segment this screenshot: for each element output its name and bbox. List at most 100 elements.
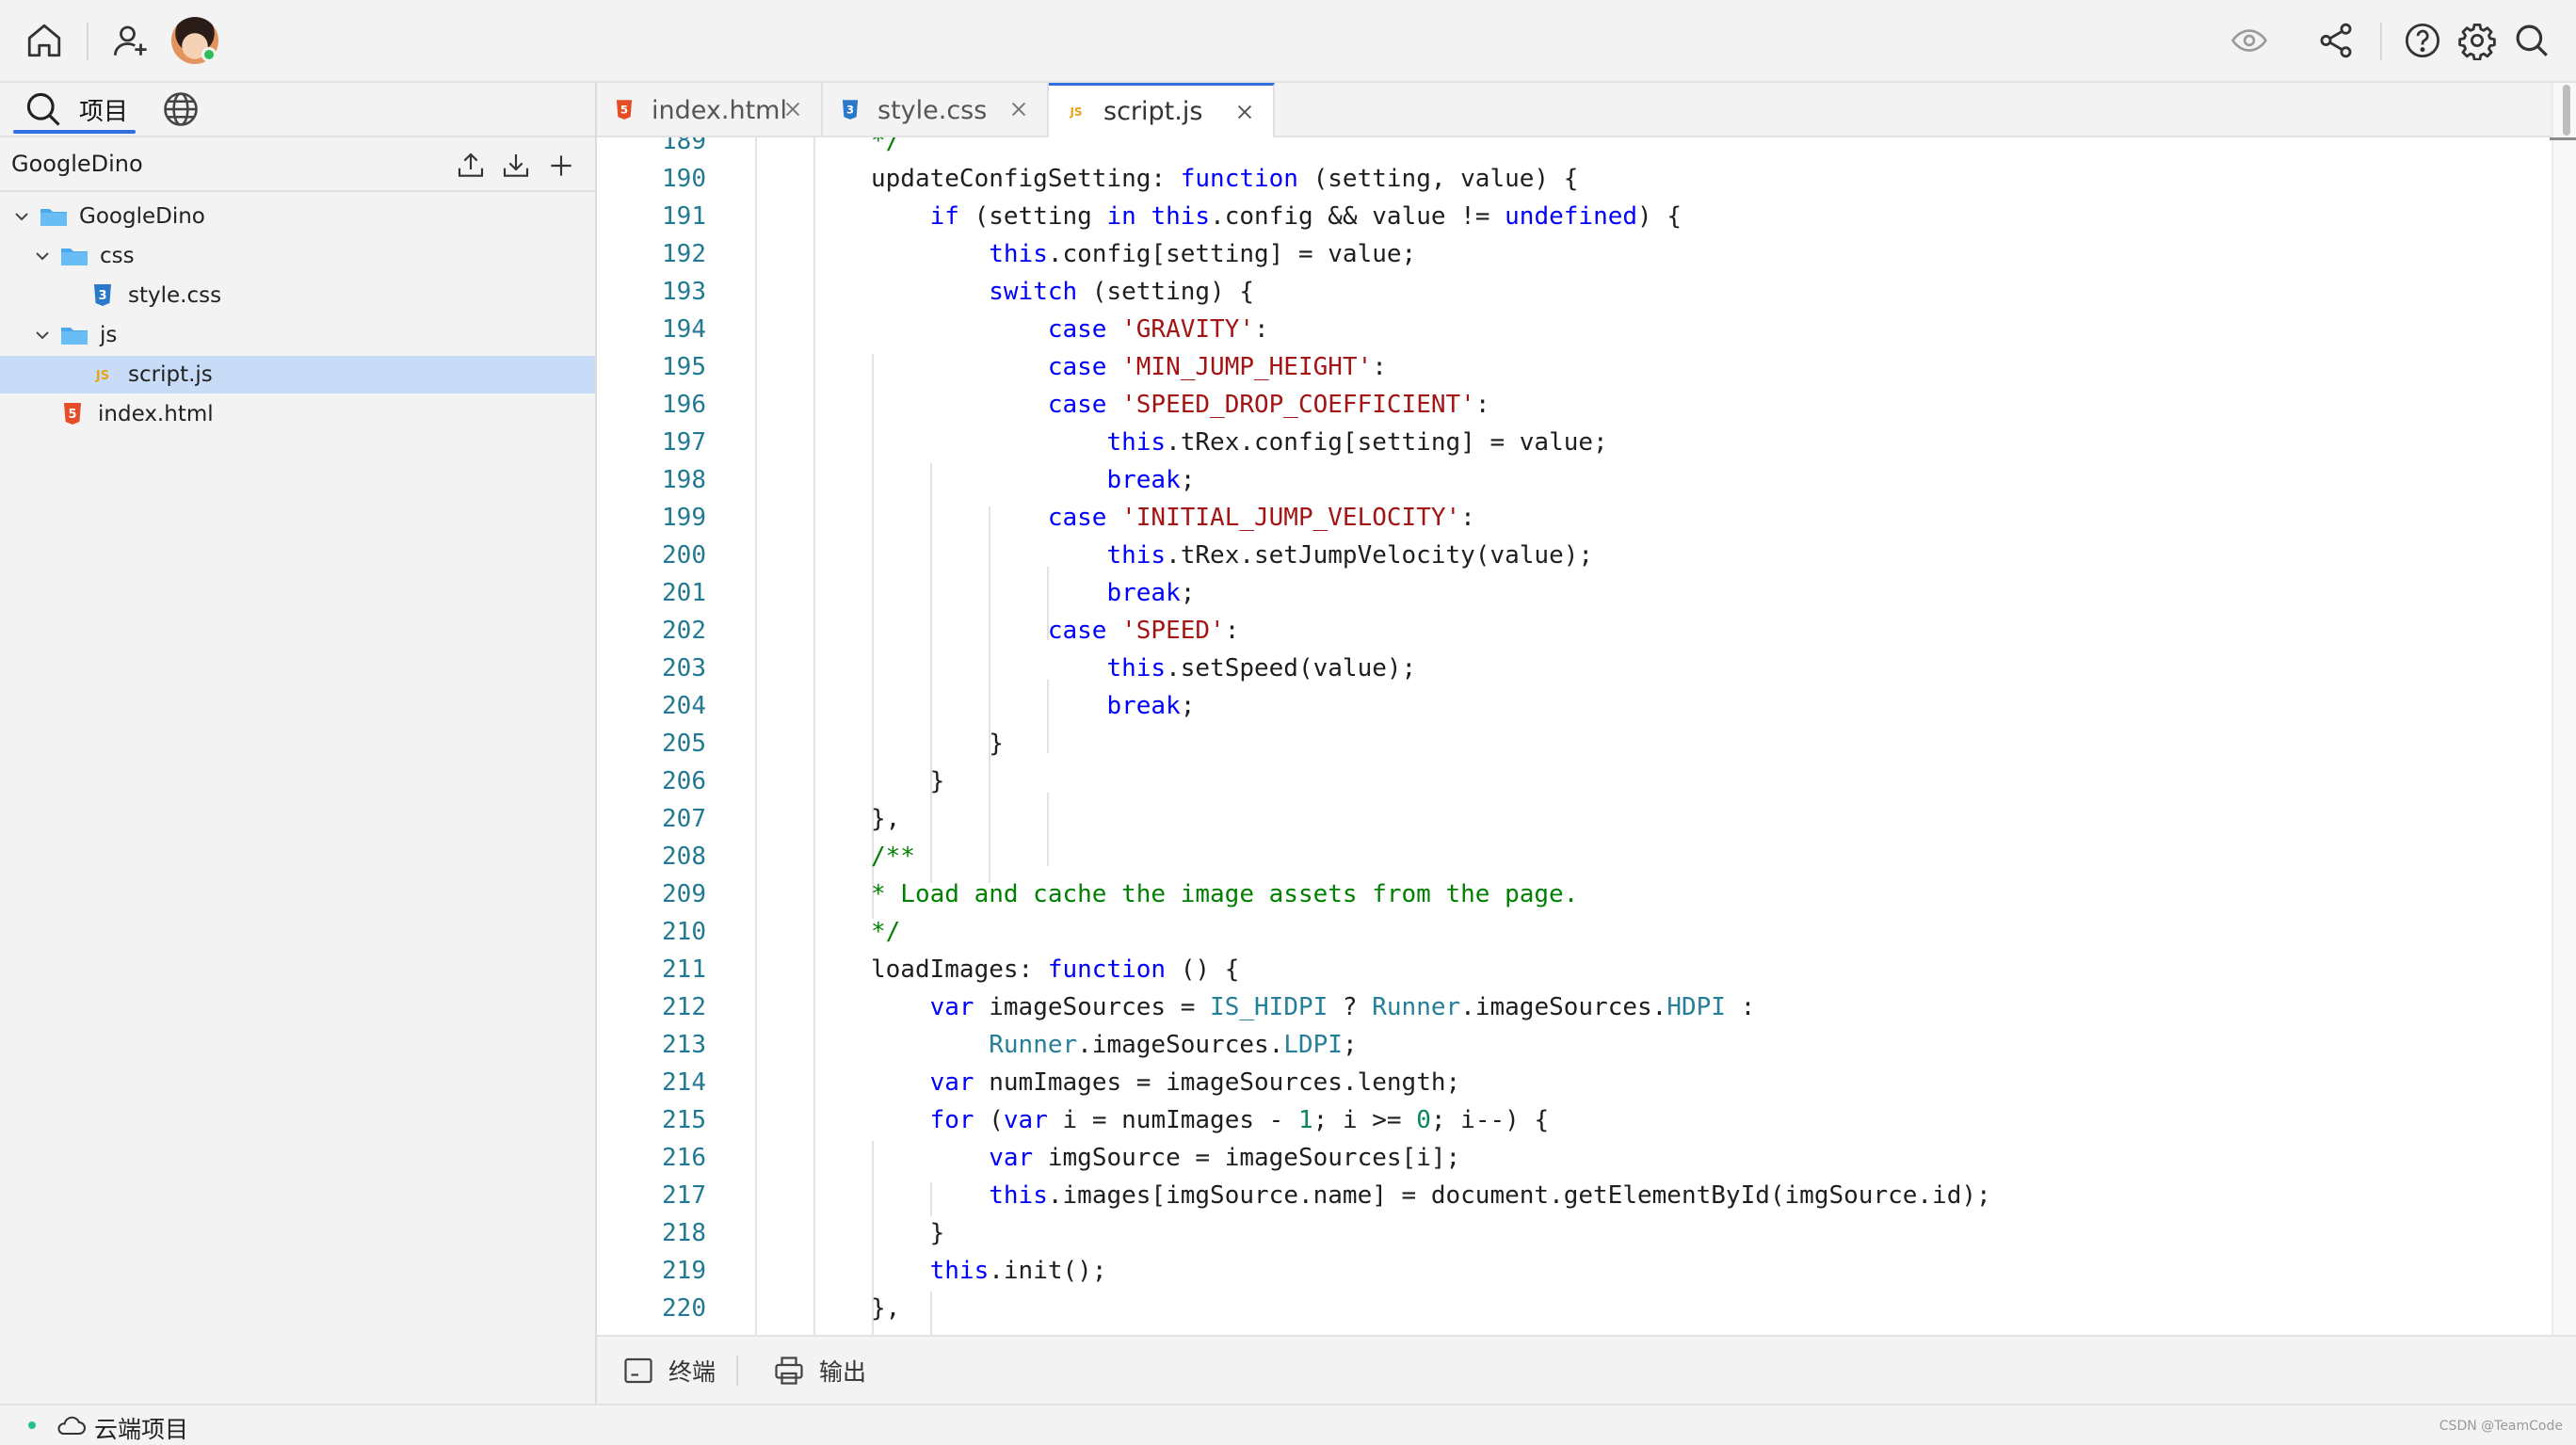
line-number: 199 (662, 504, 706, 532)
tree-item-label: style.css (128, 283, 222, 308)
code-editor[interactable]: 189 */ 190 updateConfigSetting: function (s… (597, 137, 2552, 1335)
download-icon[interactable] (497, 147, 535, 185)
help-icon[interactable] (2399, 17, 2446, 64)
code-line[interactable]: 189 */ (597, 137, 2552, 160)
code-line[interactable]: 206 } (597, 763, 2552, 800)
code-line[interactable]: 192 this.config[setting] = value; (597, 235, 2552, 273)
code-line[interactable]: 190 updateConfigSetting: function (settin… (597, 160, 2552, 198)
code-text: */ (871, 918, 901, 946)
code-text: var imageSources = IS_HIDPI ? Runner.ima… (929, 993, 1756, 1021)
code-line[interactable]: 215 for (var i = numImages - 1; i >= 0; … (597, 1101, 2552, 1139)
line-number: 201 (662, 579, 706, 607)
gear-icon[interactable] (2454, 17, 2501, 64)
code-line[interactable]: 208 /** (597, 838, 2552, 875)
line-number: 214 (662, 1068, 706, 1097)
project-name: GoogleDino (11, 151, 143, 177)
code-line[interactable]: 202 case 'SPEED': (597, 612, 2552, 650)
close-icon[interactable] (1233, 101, 1256, 123)
eye-icon[interactable] (2226, 17, 2273, 64)
tree-item-label: index.html (98, 402, 214, 426)
close-icon[interactable] (781, 98, 804, 120)
code-line[interactable]: 217 this.images[imgSource.name] = docume… (597, 1177, 2552, 1214)
code-line[interactable]: 216 var imgSource = imageSources[i]; (597, 1139, 2552, 1177)
code-line[interactable]: 195 case 'MIN_JUMP_HEIGHT': (597, 348, 2552, 386)
line-number: 216 (662, 1144, 706, 1172)
printer-icon (775, 1357, 803, 1385)
code-line[interactable]: 199 case 'INITIAL_JUMP_VELOCITY': (597, 499, 2552, 537)
svg-text:JS: JS (95, 369, 109, 383)
output-button[interactable]: 输出 (772, 1352, 866, 1389)
tree-file-style-css[interactable]: 3 style.css (0, 277, 595, 314)
line-number: 218 (662, 1219, 706, 1247)
line-number: 208 (662, 843, 706, 871)
code-line[interactable]: 200 this.tRex.setJumpVelocity(value); (597, 537, 2552, 574)
code-text: this.init(); (929, 1257, 1107, 1285)
code-line[interactable]: 212 var imageSources = IS_HIDPI ? Runner… (597, 988, 2552, 1026)
chevron-down-icon[interactable] (32, 325, 53, 345)
tab-index-html[interactable]: 5 index.html (597, 83, 823, 137)
tree-file-script-js[interactable]: JS script.js (0, 356, 595, 393)
code-line[interactable]: 214 var numImages = imageSources.length; (597, 1064, 2552, 1101)
scrollbar-thumb[interactable] (2563, 85, 2570, 136)
code-line[interactable]: 197 this.tRex.config[setting] = value; (597, 424, 2552, 461)
chevron-down-icon[interactable] (11, 206, 32, 227)
terminal-button[interactable]: 终端 (621, 1352, 716, 1389)
code-line[interactable]: 219 this.init(); (597, 1252, 2552, 1290)
code-line[interactable]: 218 } (597, 1214, 2552, 1252)
code-line[interactable]: 204 break; (597, 687, 2552, 725)
share-icon[interactable] (2312, 17, 2359, 64)
code-line[interactable]: 196 case 'SPEED_DROP_COEFFICIENT': (597, 386, 2552, 424)
close-icon[interactable] (1007, 98, 1030, 120)
code-text: } (871, 1219, 945, 1247)
code-line[interactable]: 211 loadImages: function () { (597, 951, 2552, 988)
tree-folder-css[interactable]: css (0, 237, 595, 275)
cloud-project-label[interactable]: 云端项目 (94, 1411, 188, 1445)
line-number: 212 (662, 993, 706, 1021)
tab-label: style.css (877, 95, 988, 125)
code-line[interactable]: 209 * Load and cache the image assets fro… (597, 875, 2552, 913)
folder-icon (60, 323, 89, 347)
code-text: /** (871, 843, 915, 871)
tree-folder-js[interactable]: js (0, 316, 595, 354)
line-number: 217 (662, 1181, 706, 1210)
tab-project[interactable]: 项目 (79, 92, 128, 127)
code-line[interactable]: 210 */ (597, 913, 2552, 951)
code-text: var imgSource = imageSources[i]; (989, 1144, 1461, 1172)
code-text: case 'SPEED_DROP_COEFFICIENT': (1047, 391, 1490, 419)
upload-icon[interactable] (452, 147, 490, 185)
code-line[interactable]: 193 switch (setting) { (597, 273, 2552, 311)
code-line[interactable]: 207}, (597, 800, 2552, 838)
code-line[interactable]: 213 Runner.imageSources.LDPI; (597, 1026, 2552, 1064)
tab-style-css[interactable]: 3 style.css (823, 83, 1049, 137)
code-line[interactable]: 203 this.setSpeed(value); (597, 650, 2552, 687)
tab-script-js[interactable]: JS script.js (1049, 83, 1275, 137)
code-text: this.setSpeed(value); (1106, 654, 1417, 682)
code-line[interactable]: 205 } (597, 725, 2552, 763)
code-text: break; (1106, 579, 1196, 607)
search-icon[interactable] (23, 88, 64, 130)
home-icon[interactable] (21, 17, 68, 64)
line-number: 206 (662, 767, 706, 795)
html-file-icon: 5 (58, 402, 87, 426)
add-user-icon[interactable] (107, 17, 154, 64)
globe-icon[interactable] (160, 88, 201, 130)
code-line[interactable]: 191 if (setting in this.config && value … (597, 198, 2552, 235)
tree-folder-googledino[interactable]: GoogleDino (0, 198, 595, 235)
status-bar: 云端项目 CSDN @TeamCode (0, 1404, 2576, 1445)
code-line[interactable]: 198 break; (597, 461, 2552, 499)
code-text: loadImages: function () { (871, 955, 1240, 984)
vertical-scrollbar[interactable] (2552, 83, 2576, 1335)
chevron-down-icon[interactable] (32, 246, 53, 266)
line-number: 194 (662, 315, 706, 344)
code-line[interactable]: 194 case 'GRAVITY': (597, 311, 2552, 348)
code-text: this.config[setting] = value; (989, 240, 1417, 268)
search-icon[interactable] (2508, 17, 2555, 64)
line-number: 215 (662, 1106, 706, 1134)
code-text: * Load and cache the image assets from t… (871, 880, 1579, 908)
add-file-icon[interactable] (542, 147, 580, 185)
css-file-icon: 3 (89, 283, 117, 308)
code-line[interactable]: 201 break; (597, 574, 2552, 612)
code-line[interactable]: 220}, (597, 1290, 2552, 1327)
code-text: case 'INITIAL_JUMP_VELOCITY': (1047, 504, 1475, 532)
tree-file-index-html[interactable]: 5 index.html (0, 395, 595, 433)
